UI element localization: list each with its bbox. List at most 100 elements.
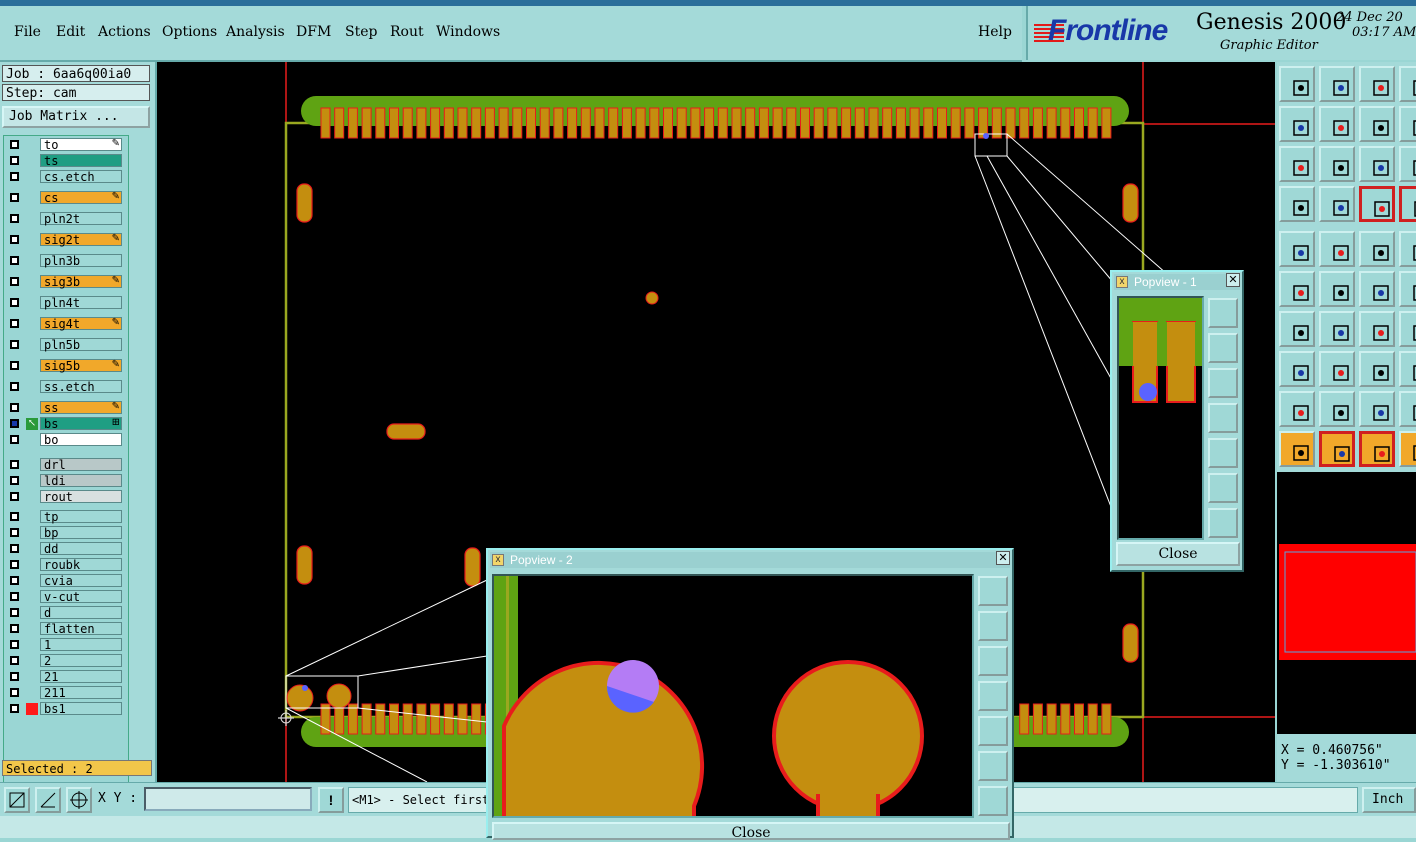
layer-checkbox[interactable] [10,688,19,697]
page-button[interactable] [1399,66,1416,102]
layer-row[interactable]: sig2t ✎ [4,233,128,247]
layer-affected-marker[interactable] [26,234,38,246]
xy-input[interactable] [144,787,312,811]
layer-row[interactable]: v-cut [4,590,128,604]
layer-row[interactable]: drl [4,458,128,472]
layer-checkbox[interactable] [10,256,19,265]
menu-analysis[interactable]: Analysis [226,24,285,40]
layer-affected-marker[interactable] [26,381,38,393]
layer-row[interactable]: tp [4,510,128,524]
pan-down-icon[interactable] [1208,368,1238,398]
layer-affected-marker[interactable] [26,255,38,267]
select-button[interactable] [1279,231,1315,267]
triangle-button[interactable] [1279,391,1315,427]
fit-button[interactable] [1279,146,1315,182]
overview-minimap[interactable] [1277,472,1416,734]
layer-name[interactable]: ts [40,154,122,168]
layer-row[interactable]: pln4t [4,296,128,310]
popview-2-view[interactable] [492,574,974,818]
layer-checkbox[interactable] [10,608,19,617]
close-icon[interactable]: ✕ [996,551,1010,565]
layer-name[interactable]: ss.etch [40,380,122,394]
layer-name[interactable]: cs.etch [40,170,122,184]
home-button[interactable] [1359,66,1395,102]
layer-row[interactable]: ↖ bs ⊞ [4,417,128,431]
one-to-one-button[interactable] [1359,146,1395,182]
menu-dfm[interactable]: DFM [296,24,331,40]
pad-button[interactable] [1279,351,1315,387]
layer-row[interactable]: dd [4,542,128,556]
layer-row[interactable]: pln2t [4,212,128,226]
layer-name[interactable]: bo [40,433,122,447]
layer-affected-marker[interactable] [26,192,38,204]
layer-affected-marker[interactable] [26,459,38,471]
triangle4-button[interactable] [1399,391,1416,427]
layer-checkbox[interactable] [10,528,19,537]
pan-right-button[interactable] [1319,106,1355,142]
triangle2-button[interactable] [1319,391,1355,427]
layer-checkbox[interactable] [10,672,19,681]
layer-name[interactable]: sig2t [40,233,122,247]
menu-windows[interactable]: Windows [436,24,500,40]
square-button[interactable] [1399,146,1416,182]
layer-affected-marker[interactable]: ↖ [26,418,38,430]
line-button[interactable] [1279,311,1315,347]
layer-row[interactable]: d [4,606,128,620]
pan-down-icon[interactable] [978,646,1008,676]
layer-row[interactable]: cvia [4,574,128,588]
menu-help[interactable]: Help [978,24,1012,40]
layer-row[interactable]: ss.etch [4,380,128,394]
layer-affected-marker[interactable] [26,475,38,487]
units-button[interactable]: Inch [1362,787,1416,813]
popview-1-view[interactable] [1117,296,1204,540]
options-button[interactable] [1279,186,1315,222]
layer-name[interactable]: drl [40,458,122,472]
layer-affected-marker[interactable] [26,607,38,619]
layer-row[interactable]: flatten [4,622,128,636]
move2-button[interactable] [1399,271,1416,307]
layer-affected-marker[interactable] [26,511,38,523]
layer-name[interactable]: d [40,606,122,620]
layer-row[interactable]: sig3b ✎ [4,275,128,289]
center-button[interactable] [1319,146,1355,182]
layer-checkbox[interactable] [10,140,19,149]
layer-row[interactable]: 1 [4,638,128,652]
menu-file[interactable]: File [14,24,41,40]
layer-row[interactable]: cs ✎ [4,191,128,205]
layer-name[interactable]: pln4t [40,296,122,310]
layer-row[interactable]: 21 [4,670,128,684]
pointer-button[interactable] [1279,431,1315,467]
layer-checkbox[interactable] [10,560,19,569]
layer-name[interactable]: bs [40,417,122,431]
layer-row[interactable]: ss ✎ [4,401,128,415]
layer-checkbox[interactable] [10,319,19,328]
zoom-out-icon[interactable] [978,786,1008,816]
triangle3-button[interactable] [1359,391,1395,427]
pan-up-icon[interactable] [978,611,1008,641]
layer-row[interactable]: 211 [4,686,128,700]
zoom-up-button[interactable] [1319,66,1355,102]
layer-affected-marker[interactable] [26,655,38,667]
zoom-home-button[interactable] [1279,66,1315,102]
close-icon[interactable]: ✕ [1226,273,1240,287]
layer-checkbox[interactable] [10,235,19,244]
window-menu-icon[interactable]: x [1116,276,1128,288]
layer-row[interactable]: pln3b [4,254,128,268]
measure2-button[interactable] [1399,351,1416,387]
layer-name[interactable]: rout [40,490,122,504]
layer-checkbox[interactable] [10,576,19,585]
zoom-icon[interactable] [978,576,1008,606]
window-menu-icon[interactable]: x [492,554,504,566]
popview-2-titlebar[interactable]: x Popview - 2 [490,552,1010,568]
alert-button[interactable]: ! [318,787,344,813]
layer-affected-marker[interactable] [26,527,38,539]
minus-button[interactable] [1319,351,1355,387]
layer-row[interactable]: bs1 [4,702,128,716]
measure-button[interactable] [1359,351,1395,387]
menu-rout[interactable]: Rout [390,24,424,40]
layer-name[interactable]: pln2t [40,212,122,226]
layer-checkbox[interactable] [10,435,19,444]
probe-button[interactable] [1319,186,1355,222]
layer-affected-marker[interactable] [26,434,38,446]
layer-name[interactable]: sig3b [40,275,122,289]
